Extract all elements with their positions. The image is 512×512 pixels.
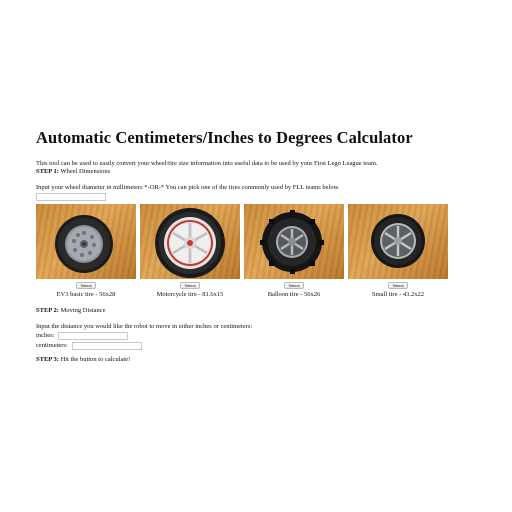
tire-caption: EV3 basic tire - 56x28: [56, 291, 116, 298]
step1-label: STEP 1:: [36, 168, 59, 175]
tire-options: Select EV3 basic tire - 56x28 Select Mot…: [36, 204, 448, 299]
inches-label: inches:: [36, 332, 55, 339]
motorcycle-tire-photo: [140, 204, 240, 279]
diameter-input[interactable]: [36, 193, 106, 201]
select-ev3-basic-button[interactable]: Select: [76, 282, 96, 289]
inches-row: inches:: [36, 331, 476, 341]
tire-caption: Balloon tire - 56x26: [267, 291, 321, 298]
tire-option-ev3-basic: Select EV3 basic tire - 56x28: [36, 204, 136, 299]
tire-caption: Small tire - 43.2x22: [372, 291, 424, 298]
tire-caption: Motorcycle tire - 81.6x15: [156, 291, 224, 298]
centimeters-input[interactable]: [71, 342, 142, 350]
step2-heading: STEP 2: Moving Distance: [36, 307, 476, 315]
intro-text: This tool can be used to easily convert …: [36, 160, 378, 167]
select-small-button[interactable]: Select: [388, 282, 408, 289]
step3-text: Hit the button to calculate!: [60, 356, 131, 363]
distance-prompt: Input the distance you would like the ro…: [36, 323, 253, 330]
select-balloon-button[interactable]: Select: [284, 282, 304, 289]
step1-text: Wheel Dimensions: [60, 168, 111, 175]
page: Automatic Centimeters/Inches to Degrees …: [0, 0, 512, 512]
page-title: Automatic Centimeters/Inches to Degrees …: [36, 128, 413, 147]
calculator-content: Automatic Centimeters/Inches to Degrees …: [36, 128, 476, 364]
balloon-tire-photo: [244, 204, 344, 279]
step3-heading: STEP 3: Hit the button to calculate!: [36, 356, 476, 364]
diameter-prompt: Input your wheel diameter in millimeters…: [36, 184, 340, 191]
centimeters-label: centimeters:: [36, 342, 68, 349]
step2-label: STEP 2:: [36, 307, 59, 314]
centimeters-row: centimeters:: [36, 341, 476, 351]
step3-label: STEP 3:: [36, 356, 59, 363]
select-motorcycle-button[interactable]: Select: [180, 282, 200, 289]
small-tire-photo: [348, 204, 448, 279]
step2-text: Moving Distance: [60, 307, 106, 314]
tire-option-motorcycle: Select Motorcycle tire - 81.6x15: [140, 204, 240, 299]
step1-heading: STEP 1: Wheel Dimensions: [36, 168, 476, 176]
tire-option-small: Select Small tire - 43.2x22: [348, 204, 448, 299]
tire-option-balloon: Select Balloon tire - 56x26: [244, 204, 344, 299]
inches-input[interactable]: [58, 332, 129, 340]
ev3-basic-tire-photo: [36, 204, 136, 279]
